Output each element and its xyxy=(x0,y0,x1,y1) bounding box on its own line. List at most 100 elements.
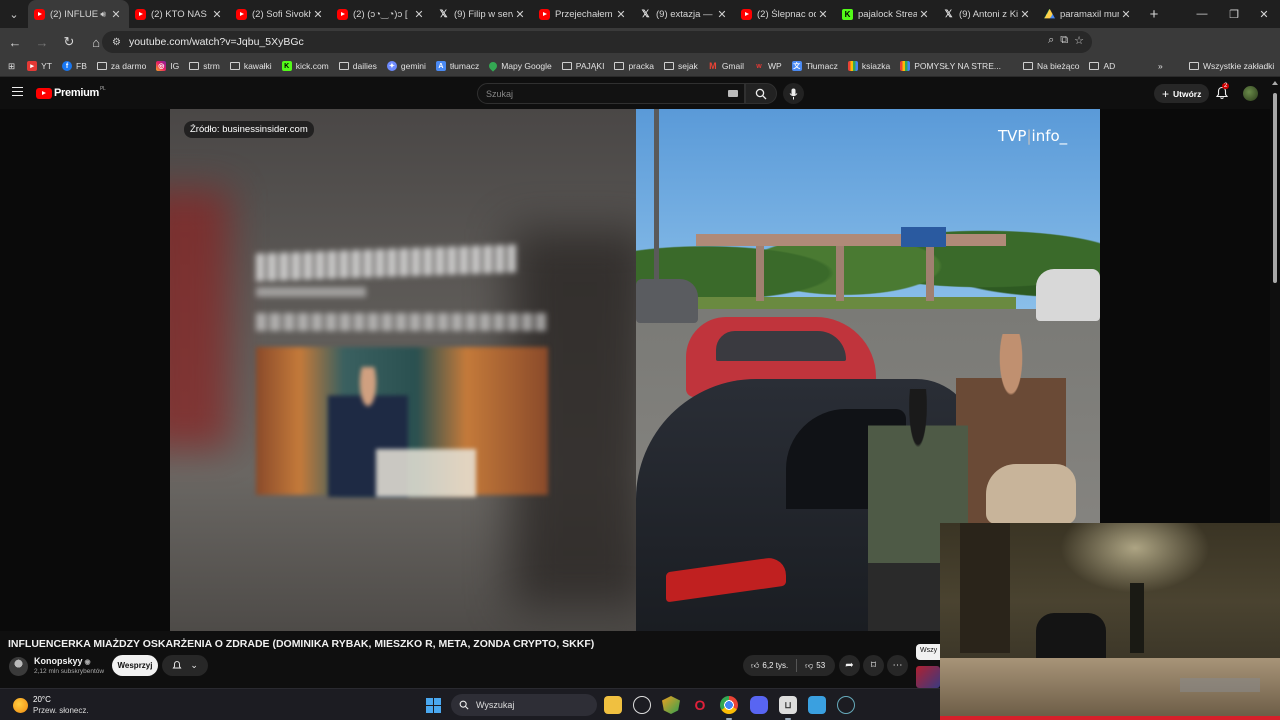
share-button[interactable]: ➦ xyxy=(839,655,860,676)
gemini-icon: ✦ xyxy=(386,61,397,71)
tab-3[interactable]: (2) (ɔ◔‿◔)ɔ [ ✕ xyxy=(331,0,432,28)
tab-close-icon[interactable]: ✕ xyxy=(210,8,224,21)
bookmark-kawalki[interactable]: kawałki xyxy=(229,61,272,71)
bookmark-wp[interactable]: w WP xyxy=(754,61,781,71)
tab-close-icon[interactable]: ✕ xyxy=(311,8,325,21)
bookmark-dailies[interactable]: dailies xyxy=(338,61,377,71)
tab-close-icon[interactable]: ✕ xyxy=(816,8,830,21)
tab-8[interactable]: K pajalock Strean ✕ xyxy=(836,0,937,28)
taskbar-search[interactable]: Wyszukaj xyxy=(451,694,597,716)
weather-sun-icon[interactable] xyxy=(13,698,28,713)
tab-4[interactable]: 𝕏 (9) Filip w serw ✕ xyxy=(432,0,533,28)
support-button[interactable]: Wesprzyj xyxy=(112,655,158,676)
bookmark-gemini[interactable]: ✦ gemini xyxy=(386,61,426,71)
bookmark-pomysly[interactable]: POMYSŁY NA STRE... xyxy=(900,61,1001,71)
channel-name-link[interactable]: Konopskyy ◉ xyxy=(34,656,91,666)
discord-icon[interactable] xyxy=(750,696,768,714)
bookmark-na-biezaco[interactable]: Na bieżąco xyxy=(1022,61,1079,71)
bookmark-strm[interactable]: strm xyxy=(189,61,220,71)
tab-1[interactable]: (2) KTO NAS N ✕ xyxy=(129,0,230,28)
bookmark-gmail[interactable]: M Gmail xyxy=(708,61,744,71)
tab-2[interactable]: (2) Sofi Sivokh ✕ xyxy=(230,0,331,28)
restore-button[interactable]: ❐ xyxy=(1218,0,1250,28)
file-explorer-icon[interactable] xyxy=(604,696,622,714)
capcut-icon[interactable]: ⊔ xyxy=(779,696,797,714)
tab-10[interactable]: paramaxil mur ✕ xyxy=(1038,0,1139,28)
bell-icon xyxy=(172,661,182,669)
bookmark-yt[interactable]: ▸ YT xyxy=(27,61,52,71)
tab-7[interactable]: (2) Ślepnac od ✕ xyxy=(735,0,836,28)
account-avatar[interactable] xyxy=(1243,86,1258,101)
like-button[interactable]: 👍︎ 6,2 tys. xyxy=(743,655,796,676)
reload-icon[interactable]: ↻ xyxy=(57,30,81,54)
youtube-logo[interactable]: Premium PL xyxy=(36,86,106,99)
tab-close-icon[interactable]: ✕ xyxy=(109,8,123,21)
tab-close-icon[interactable]: ✕ xyxy=(1018,8,1032,21)
tab-close-icon[interactable]: ✕ xyxy=(715,8,729,21)
bookmark-kick[interactable]: Kkick.com xyxy=(281,61,329,71)
chrome-icon[interactable] xyxy=(720,696,738,714)
photos-icon[interactable] xyxy=(808,696,826,714)
bookmark-ig[interactable]: ◎ IG xyxy=(156,61,179,71)
security-shield-icon[interactable] xyxy=(662,696,680,714)
steam-icon[interactable] xyxy=(633,696,651,714)
install-app-icon[interactable]: ⧉ xyxy=(1060,34,1068,47)
bookmark-ksiazka[interactable]: ksiazka xyxy=(847,61,890,71)
windows-start-icon[interactable] xyxy=(426,698,441,713)
recommended-thumbnail[interactable] xyxy=(916,666,940,688)
bookmark-label: strm xyxy=(203,61,220,71)
tab-6[interactable]: 𝕏 (9) extazja — V ✕ xyxy=(634,0,735,28)
tab-title: (2) Sofi Sivokh xyxy=(252,8,311,20)
opera-icon[interactable]: O xyxy=(691,696,709,714)
close-window-button[interactable]: ✕ xyxy=(1248,0,1280,28)
search-input[interactable]: Szukaj xyxy=(477,83,745,104)
bookmark-label: za darmo xyxy=(110,61,147,71)
tab-close-icon[interactable]: ✕ xyxy=(513,8,527,21)
weather-temperature[interactable]: 20°C xyxy=(33,695,51,704)
voice-search-button[interactable] xyxy=(783,83,804,104)
bookmark-tlumacz[interactable]: Atłumacz xyxy=(435,61,479,71)
keyboard-icon[interactable] xyxy=(728,90,738,97)
apps-grid-icon[interactable]: ⊞ xyxy=(8,61,15,72)
speaker-icon[interactable]: 🔊︎ xyxy=(100,9,106,20)
site-info-icon[interactable]: ⚙︎ xyxy=(112,37,121,48)
more-actions-button[interactable]: ⋯ xyxy=(887,655,908,676)
globe-icon[interactable] xyxy=(837,696,855,714)
back-arrow-icon[interactable]: ← xyxy=(3,30,27,54)
bookmark-pajaki[interactable]: PAJĄKI xyxy=(561,61,604,71)
tab-close-icon[interactable]: ✕ xyxy=(614,8,628,21)
tab-0[interactable]: (2) INFLUE 🔊︎ ✕ xyxy=(28,0,129,28)
create-button[interactable]: + Utwórz xyxy=(1154,84,1210,103)
search-button[interactable] xyxy=(745,83,777,104)
save-button[interactable]: ⌑ xyxy=(863,655,884,676)
dislike-button[interactable]: 👎︎ 53 xyxy=(797,655,833,676)
forward-arrow-icon[interactable]: → xyxy=(30,30,54,54)
bookmark-za-darmo[interactable]: za darmo xyxy=(96,61,147,71)
bookmark-maps[interactable]: Mapy Google xyxy=(487,60,552,72)
weather-description[interactable]: Przew. słonecz. xyxy=(33,706,89,715)
tab-9[interactable]: 𝕏 (9) Antoni z Kij ✕ xyxy=(937,0,1038,28)
tab-search-button[interactable]: ⌄ xyxy=(0,0,28,28)
all-bookmarks[interactable]: Wszystkie zakładki xyxy=(1189,61,1274,71)
translate-icon: 文 xyxy=(791,61,802,71)
bookmark-ad[interactable]: AD xyxy=(1089,61,1115,71)
scrollbar-thumb[interactable] xyxy=(1273,93,1277,283)
new-tab-button[interactable]: + xyxy=(1143,6,1165,23)
tab-close-icon[interactable]: ✕ xyxy=(1119,8,1133,21)
tab-close-icon[interactable]: ✕ xyxy=(412,8,426,21)
bookmark-tlumacz-2[interactable]: 文 Tłumacz xyxy=(791,61,838,71)
menu-icon[interactable] xyxy=(12,87,23,96)
more-bookmarks-icon[interactable]: » xyxy=(1158,61,1163,71)
subscription-bell-button[interactable]: ⌄ xyxy=(162,655,208,676)
tab-close-icon[interactable]: ✕ xyxy=(917,8,931,21)
bookmark-pracka[interactable]: pracka xyxy=(614,61,654,71)
scroll-up-arrow-icon[interactable] xyxy=(1272,81,1278,85)
bookmark-fb[interactable]: f FB xyxy=(62,61,87,71)
bookmark-sejak[interactable]: sejak xyxy=(663,61,698,71)
tab-5[interactable]: Przejechałem P ✕ xyxy=(533,0,634,28)
address-bar[interactable]: ⚙︎ youtube.com/watch?v=Jqbu_5XyBGc ⌕ ⧉ ☆ xyxy=(102,31,1092,53)
bookmark-star-icon[interactable]: ☆ xyxy=(1074,34,1084,47)
minimize-button[interactable]: — xyxy=(1186,0,1218,28)
channel-avatar[interactable] xyxy=(9,657,28,676)
zoom-icon[interactable]: ⌕ xyxy=(1048,34,1054,47)
